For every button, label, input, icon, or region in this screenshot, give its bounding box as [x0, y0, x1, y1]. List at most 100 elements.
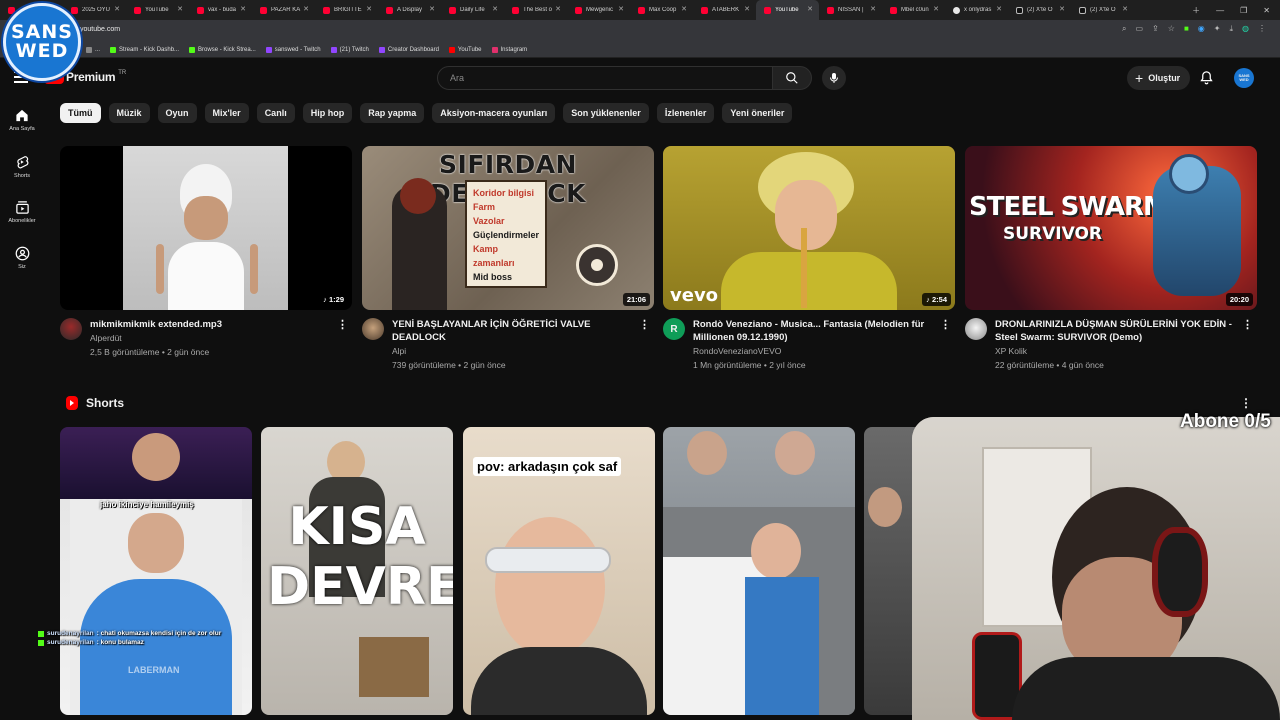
- voice-search-button[interactable]: [822, 66, 846, 90]
- new-tab-icon[interactable]: ＋: [1192, 5, 1200, 16]
- filter-chip[interactable]: Mix'ler: [204, 103, 249, 123]
- filter-chip[interactable]: Tümü: [60, 103, 101, 123]
- extension-icon[interactable]: ■: [1184, 24, 1189, 34]
- filter-chip[interactable]: İzlenenler: [656, 103, 715, 123]
- filter-chip[interactable]: Rap yapma: [360, 103, 425, 123]
- tab-close-icon[interactable]: ✕: [1122, 5, 1128, 13]
- notifications-button[interactable]: [1199, 70, 1214, 90]
- extensions-puzzle-icon[interactable]: ✦: [1214, 24, 1221, 34]
- filter-chip[interactable]: Aksiyon-macera oyunları: [432, 103, 556, 123]
- video-card[interactable]: SIFIRDAN DEADLOCK Koridor bilgisi Farm V…: [362, 146, 654, 372]
- restore-icon[interactable]: ❐: [1240, 6, 1247, 15]
- channel-name[interactable]: Alpi: [392, 345, 632, 358]
- sidebar-item-home[interactable]: Ana Sayfa: [0, 108, 44, 132]
- browser-tab[interactable]: Mewgenic ✕: [567, 0, 630, 20]
- filter-chip[interactable]: Müzik: [108, 103, 150, 123]
- profile-icon[interactable]: ◍: [1242, 24, 1249, 34]
- bookmark-star-icon[interactable]: ☆: [1168, 24, 1175, 34]
- filter-chip[interactable]: Son yüklenenler: [563, 103, 649, 123]
- tab-close-icon[interactable]: ✕: [807, 5, 813, 13]
- tab-close-icon[interactable]: ✕: [429, 5, 435, 13]
- more-options-icon[interactable]: ⋮: [940, 318, 951, 331]
- tab-close-icon[interactable]: ✕: [870, 5, 876, 13]
- extension-icon-2[interactable]: ◉: [1198, 24, 1205, 34]
- bookmark-item[interactable]: ...: [86, 46, 100, 53]
- minimize-icon[interactable]: —: [1216, 6, 1224, 15]
- browser-tab[interactable]: vax - buda ✕: [189, 0, 252, 20]
- channel-avatar[interactable]: [362, 318, 384, 340]
- zoom-icon[interactable]: ⌕: [1122, 24, 1126, 34]
- download-icon[interactable]: ⤓: [1229, 24, 1233, 34]
- video-thumbnail[interactable]: vevo ♪ 2:54: [663, 146, 955, 310]
- bookmark-item[interactable]: Instagram: [491, 46, 527, 53]
- shorts-more-options-icon[interactable]: ⋮: [1240, 396, 1252, 410]
- video-card[interactable]: ♪ 1:29 mikmikmikmik extended.mp3 Alperdü…: [60, 146, 352, 359]
- bookmark-item[interactable]: (21) Twitch: [330, 46, 369, 53]
- short-card[interactable]: jaho ikinciye hamileymiş LABERMAN: [60, 427, 252, 715]
- browser-tab[interactable]: (2) X'te O ✕: [1071, 0, 1134, 20]
- filter-chip[interactable]: Canlı: [256, 103, 295, 123]
- browser-tab[interactable]: Daily Life ✕: [441, 0, 504, 20]
- channel-name[interactable]: RondoVenezianoVEVO: [693, 345, 933, 358]
- channel-avatar[interactable]: [965, 318, 987, 340]
- tab-close-icon[interactable]: ✕: [240, 5, 246, 13]
- tab-close-icon[interactable]: ✕: [996, 5, 1002, 13]
- share-icon[interactable]: ⇪: [1152, 24, 1159, 34]
- bookmark-item[interactable]: Browse - Kick Strea...: [189, 46, 256, 53]
- more-options-icon[interactable]: ⋮: [337, 318, 348, 331]
- sidebar-item-shorts[interactable]: Shorts: [0, 154, 44, 179]
- filter-chip[interactable]: Oyun: [157, 103, 197, 123]
- sidebar-item-subscriptions[interactable]: Abonelikler: [0, 200, 44, 224]
- filter-chip[interactable]: Yeni öneriler: [722, 103, 793, 123]
- create-button[interactable]: + Oluştur: [1127, 66, 1191, 90]
- short-card[interactable]: pov: arkadaşın çok saf: [463, 427, 655, 715]
- tab-close-icon[interactable]: ✕: [681, 5, 687, 13]
- install-icon[interactable]: ▭: [1136, 24, 1144, 34]
- browser-menu-icon[interactable]: ⋮: [1258, 24, 1266, 34]
- video-title[interactable]: Rondò Veneziano - Musica... Fantasia (Me…: [693, 318, 933, 344]
- browser-tab[interactable]: ATABERK ✕: [693, 0, 756, 20]
- user-avatar[interactable]: SANS WED: [1234, 68, 1254, 88]
- short-card[interactable]: KISA DEVRE: [261, 427, 453, 715]
- channel-name[interactable]: XP Kolik: [995, 345, 1235, 358]
- browser-tab[interactable]: The Best o ✕: [504, 0, 567, 20]
- tab-close-icon[interactable]: ✕: [303, 5, 309, 13]
- bookmark-item[interactable]: Creator Dashboard: [378, 46, 439, 53]
- browser-tab[interactable]: (2) X'te O ✕: [1008, 0, 1071, 20]
- browser-tab[interactable]: PAZAR KA ✕: [252, 0, 315, 20]
- tab-close-icon[interactable]: ✕: [933, 5, 939, 13]
- video-title[interactable]: DRONLARINIZLA DÜŞMAN SÜRÜLERİNİ YOK EDİN…: [995, 318, 1235, 344]
- channel-avatar[interactable]: [60, 318, 82, 340]
- short-card[interactable]: [663, 427, 855, 715]
- close-window-icon[interactable]: ✕: [1263, 6, 1270, 15]
- browser-tab[interactable]: YouTube ✕: [756, 0, 819, 20]
- search-input[interactable]: [450, 73, 750, 83]
- channel-avatar[interactable]: R: [663, 318, 685, 340]
- more-options-icon[interactable]: ⋮: [1242, 318, 1253, 331]
- tab-close-icon[interactable]: ✕: [744, 5, 750, 13]
- tab-close-icon[interactable]: ✕: [177, 5, 183, 13]
- filter-chip[interactable]: Hip hop: [302, 103, 353, 123]
- browser-tab[interactable]: Mbel c0un ✕: [882, 0, 945, 20]
- more-options-icon[interactable]: ⋮: [639, 318, 650, 331]
- video-thumbnail[interactable]: STEEL SWARM SURVIVOR 20:20: [965, 146, 1257, 310]
- browser-tab[interactable]: YouTube ✕: [126, 0, 189, 20]
- browser-tab[interactable]: A Display ✕: [378, 0, 441, 20]
- video-card[interactable]: STEEL SWARM SURVIVOR 20:20 DRONLARINIZLA…: [965, 146, 1257, 372]
- video-title[interactable]: YENİ BAŞLAYANLAR İÇİN ÖĞRETİCİ VALVE DEA…: [392, 318, 632, 344]
- bookmark-item[interactable]: YouTube: [448, 46, 482, 53]
- bookmark-item[interactable]: Stream - Kick Dashb...: [110, 46, 179, 53]
- tab-close-icon[interactable]: ✕: [114, 5, 120, 13]
- browser-tab[interactable]: NISSAN | ✕: [819, 0, 882, 20]
- browser-tab[interactable]: x onlydras ✕: [945, 0, 1008, 20]
- channel-name[interactable]: Alperdüt: [90, 332, 330, 345]
- video-thumbnail[interactable]: SIFIRDAN DEADLOCK Koridor bilgisi Farm V…: [362, 146, 654, 310]
- video-card[interactable]: vevo ♪ 2:54 R Rondò Veneziano - Musica..…: [663, 146, 955, 372]
- tab-close-icon[interactable]: ✕: [618, 5, 624, 13]
- tab-close-icon[interactable]: ✕: [492, 5, 498, 13]
- tab-close-icon[interactable]: ✕: [1059, 5, 1065, 13]
- browser-tab[interactable]: BRIGITTE ✕: [315, 0, 378, 20]
- video-thumbnail[interactable]: ♪ 1:29: [60, 146, 352, 310]
- bookmark-item[interactable]: sanswed - Twitch: [265, 46, 321, 53]
- sidebar-item-you[interactable]: Siz: [0, 246, 44, 270]
